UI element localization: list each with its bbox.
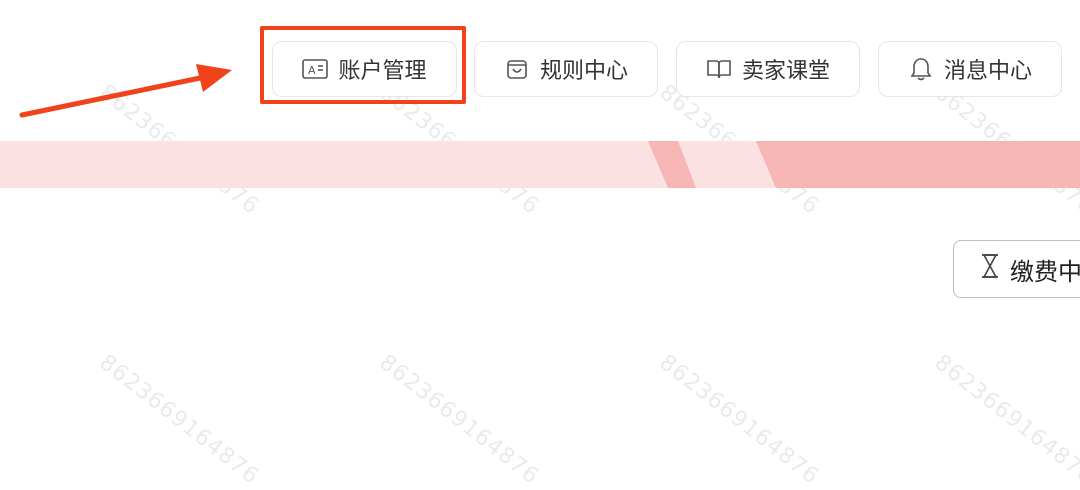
message-center-label: 消息中心 bbox=[943, 59, 1032, 84]
open-book-icon bbox=[706, 56, 732, 82]
seller-classroom-button[interactable]: 卖家课堂 bbox=[676, 41, 860, 97]
watermark-text: 8623669164876 bbox=[929, 350, 1080, 490]
message-center-button[interactable]: 消息中心 bbox=[878, 41, 1062, 97]
payment-in-progress-button[interactable]: 缴费中 bbox=[953, 240, 1080, 298]
rules-center-label: 规则中心 bbox=[539, 59, 628, 84]
seller-classroom-label: 卖家课堂 bbox=[741, 59, 830, 84]
highlight-box bbox=[260, 26, 466, 104]
hourglass-icon bbox=[980, 253, 1000, 285]
bell-icon bbox=[908, 56, 934, 82]
rules-center-button[interactable]: 规则中心 bbox=[474, 41, 658, 97]
watermark-text: 8623669164876 bbox=[374, 350, 544, 490]
watermark-text: 8623669164876 bbox=[654, 350, 824, 490]
payment-status-label: 缴费中 bbox=[1010, 257, 1080, 286]
promo-banner bbox=[0, 141, 1080, 188]
watermark-text: 8623669164876 bbox=[94, 350, 264, 490]
shield-bag-icon bbox=[504, 56, 530, 82]
